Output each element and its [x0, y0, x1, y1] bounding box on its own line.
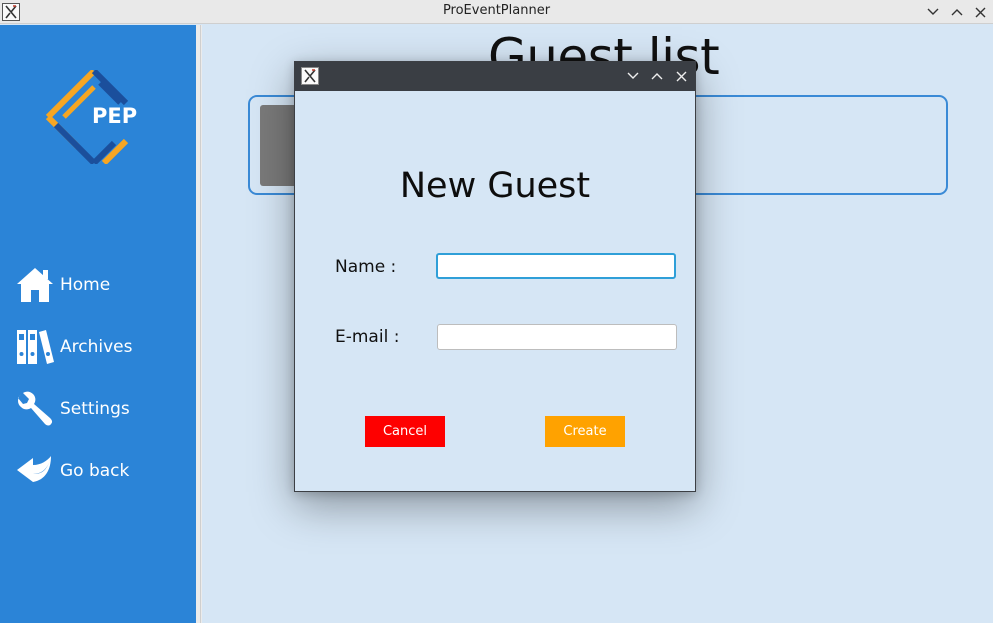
app-icon: [301, 67, 319, 85]
dialog-maximize-button[interactable]: [647, 66, 667, 86]
close-icon: [676, 71, 686, 81]
dialog-heading: New Guest: [399, 166, 591, 206]
email-label: E-mail :: [335, 327, 400, 347]
sidebar-item-go-back[interactable]: Go back: [14, 449, 184, 493]
close-icon: [975, 7, 985, 17]
chevron-up-icon: [951, 9, 963, 16]
archive-binders-icon: [14, 326, 56, 368]
window-title: ProEventPlanner: [442, 3, 551, 18]
close-button[interactable]: [970, 2, 990, 22]
create-button[interactable]: Create: [545, 416, 625, 447]
sidebar-item-label: Settings: [60, 399, 130, 419]
pep-logo: PEP: [44, 68, 150, 166]
cancel-button[interactable]: Cancel: [365, 416, 445, 447]
dialog-close-button[interactable]: [671, 66, 691, 86]
sidebar-item-label: Archives: [60, 337, 133, 357]
name-field[interactable]: [436, 253, 676, 279]
home-icon: [14, 264, 56, 306]
chevron-down-icon: [627, 72, 639, 79]
sidebar-item-settings[interactable]: Settings: [14, 387, 184, 431]
minimize-button[interactable]: [923, 2, 943, 22]
new-guest-dialog: New Guest Name : E-mail : Cancel Create: [294, 61, 696, 492]
chevron-up-icon: [651, 73, 663, 80]
sidebar-item-archives[interactable]: Archives: [14, 325, 184, 369]
email-field[interactable]: [437, 324, 677, 350]
back-arrow-icon: [14, 450, 56, 492]
chevron-down-icon: [927, 8, 939, 15]
maximize-button[interactable]: [947, 2, 967, 22]
window-titlebar: ProEventPlanner: [0, 0, 993, 24]
sidebar: PEP Home Archives Settings Go back: [0, 25, 196, 623]
sidebar-divider: [196, 25, 202, 623]
wrench-icon: [14, 388, 56, 430]
dialog-minimize-button[interactable]: [623, 66, 643, 86]
sidebar-item-label: Go back: [60, 461, 130, 481]
svg-text:PEP: PEP: [92, 104, 137, 128]
dialog-titlebar: [295, 62, 695, 91]
name-label: Name :: [335, 257, 397, 277]
sidebar-item-home[interactable]: Home: [14, 263, 184, 307]
sidebar-item-label: Home: [60, 275, 111, 295]
